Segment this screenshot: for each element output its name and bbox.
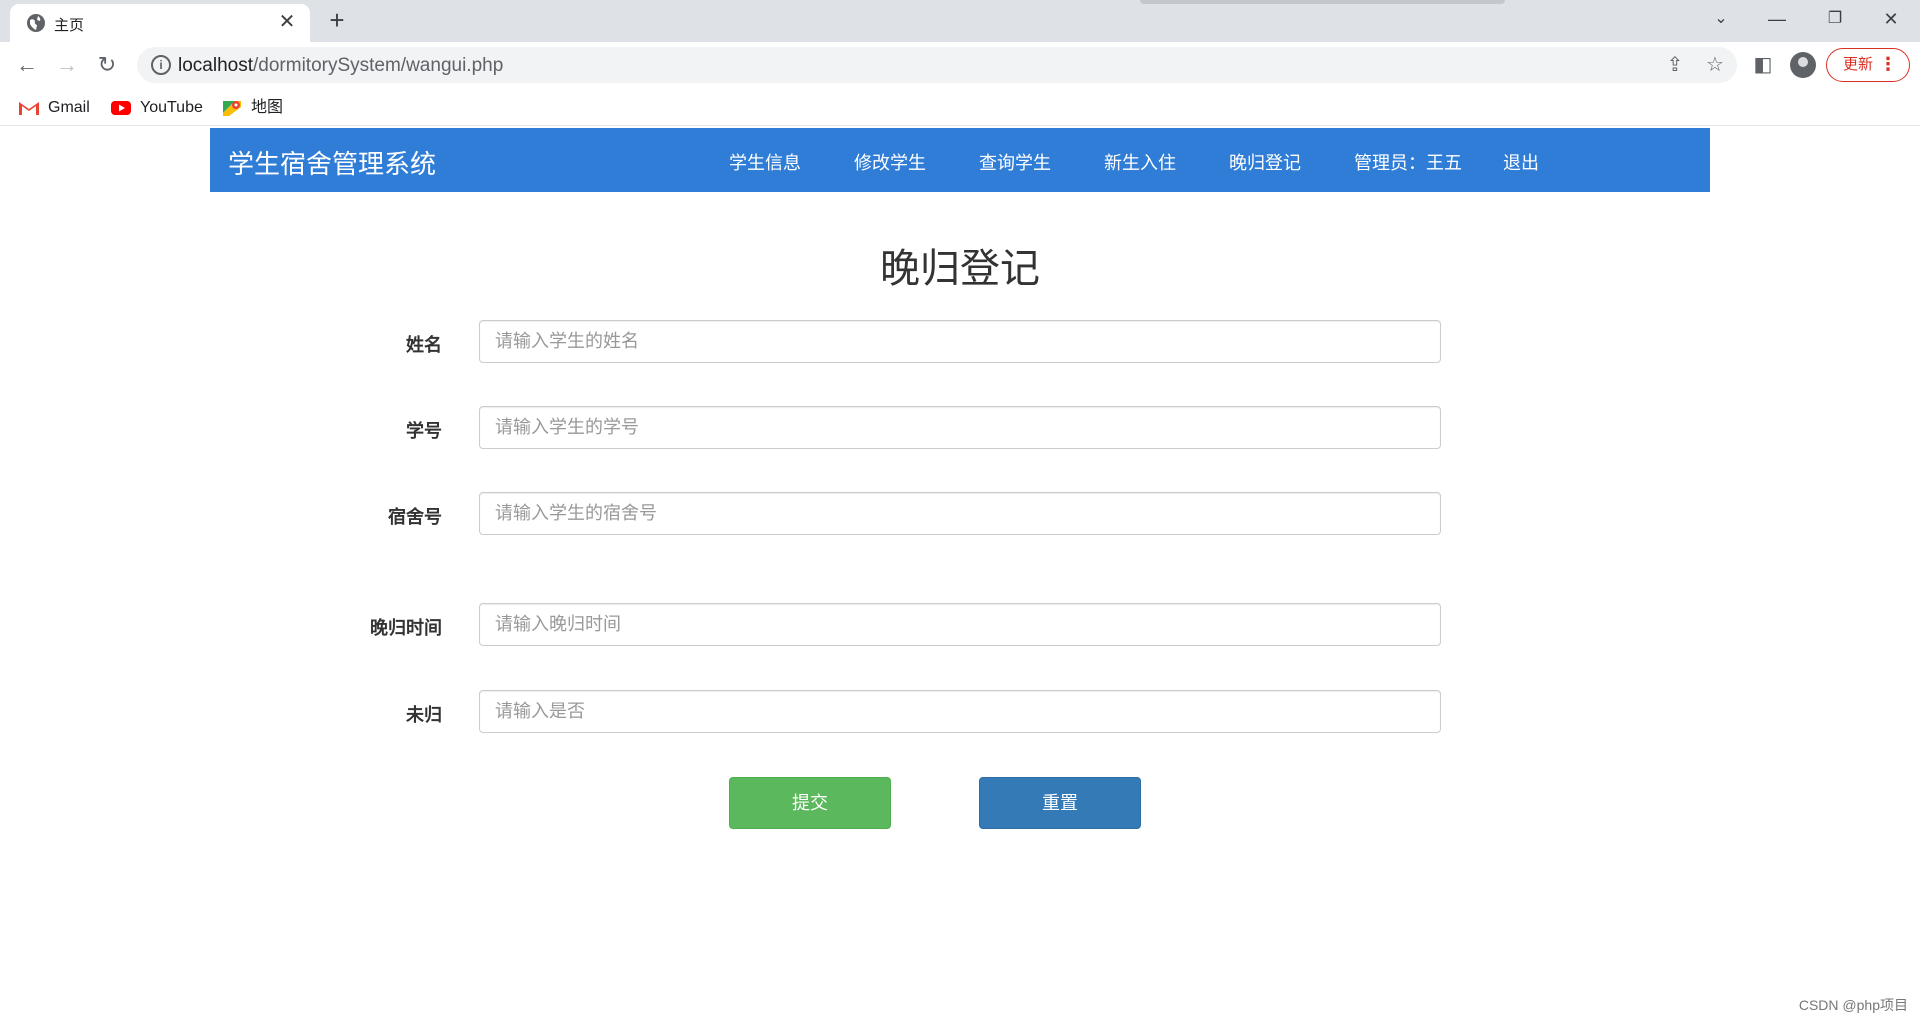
update-button[interactable]: 更新 ⋮	[1826, 48, 1910, 82]
nav-student-info[interactable]: 学生信息	[729, 149, 801, 175]
tab-search-icon[interactable]: ⌄	[1692, 0, 1750, 38]
bookmark-star-icon[interactable]: ☆	[1703, 53, 1727, 77]
close-tab-icon[interactable]: ✕	[274, 9, 300, 35]
nav-new-checkin[interactable]: 新生入住	[1104, 149, 1176, 175]
submit-button[interactable]: 提交	[729, 777, 891, 829]
side-panel-icon[interactable]: ◧	[1748, 50, 1778, 80]
bookmarks-bar: Gmail YouTube 地图	[0, 88, 1920, 126]
profile-avatar-icon[interactable]	[1790, 52, 1816, 78]
page-title: 晚归登记	[880, 247, 1040, 291]
bookmark-youtube[interactable]: YouTube	[110, 97, 203, 119]
browser-tab[interactable]: 主页 ✕	[10, 4, 310, 42]
dorm-number-input[interactable]	[479, 492, 1441, 535]
student-id-label: 学号	[406, 421, 442, 441]
not-returned-input[interactable]	[479, 690, 1441, 733]
bookmark-maps[interactable]: 地图	[221, 97, 283, 119]
tab-strip-shadow	[1140, 0, 1505, 4]
globe-icon	[27, 14, 45, 32]
youtube-icon	[111, 101, 131, 115]
nav-late-return[interactable]: 晚归登记	[1229, 149, 1301, 175]
nav-admin[interactable]: 管理员：王五	[1354, 149, 1462, 175]
student-id-input[interactable]	[479, 406, 1441, 449]
browser-tab-bar: 主页 ✕ + ⌄ — ❐ ✕	[0, 0, 1920, 42]
nav-logout[interactable]: 退出	[1503, 149, 1539, 175]
name-input[interactable]	[479, 320, 1441, 363]
back-icon[interactable]: ←	[12, 50, 42, 80]
restore-icon[interactable]: ❐	[1806, 0, 1864, 38]
reset-button[interactable]: 重置	[979, 777, 1141, 829]
form-row-late-time: 晚归时间	[0, 603, 1920, 647]
csdn-watermark: CSDN @php项目	[1798, 997, 1908, 1013]
bookmark-gmail[interactable]: Gmail	[18, 97, 90, 119]
site-navbar: 学生宿舍管理系统 学生信息 修改学生 查询学生 新生入住 晚归登记 管理员：王五…	[210, 128, 1710, 192]
nav-query-student[interactable]: 查询学生	[979, 149, 1051, 175]
maps-icon	[223, 101, 241, 116]
form-row-name: 姓名	[0, 320, 1920, 364]
url-text: localhost/dormitorySystem/wangui.php	[178, 55, 504, 76]
dorm-number-label: 宿舍号	[388, 507, 442, 527]
close-window-icon[interactable]: ✕	[1862, 0, 1920, 38]
address-bar[interactable]: i localhost/dormitorySystem/wangui.php ⇪…	[137, 47, 1737, 83]
not-returned-label: 未归	[406, 705, 442, 725]
late-time-input[interactable]	[479, 603, 1441, 646]
name-label: 姓名	[406, 335, 442, 355]
form-row-not-returned: 未归	[0, 690, 1920, 734]
late-time-label: 晚归时间	[370, 618, 442, 638]
tab-title: 主页	[54, 17, 85, 34]
new-tab-icon[interactable]: +	[322, 6, 352, 36]
share-icon[interactable]: ⇪	[1663, 53, 1687, 77]
gmail-icon	[19, 102, 39, 115]
menu-dots-icon: ⋮	[1879, 54, 1897, 74]
minimize-icon[interactable]: —	[1748, 0, 1806, 38]
nav-edit-student[interactable]: 修改学生	[854, 149, 926, 175]
form-row-student-id: 学号	[0, 406, 1920, 450]
site-brand[interactable]: 学生宿舍管理系统	[228, 144, 436, 181]
form-row-dorm: 宿舍号	[0, 492, 1920, 536]
forward-icon[interactable]: →	[52, 50, 82, 80]
browser-toolbar: ← → ↻ i localhost/dormitorySystem/wangui…	[0, 42, 1920, 88]
site-info-icon[interactable]: i	[151, 55, 171, 75]
reload-icon[interactable]: ↻	[92, 50, 122, 80]
